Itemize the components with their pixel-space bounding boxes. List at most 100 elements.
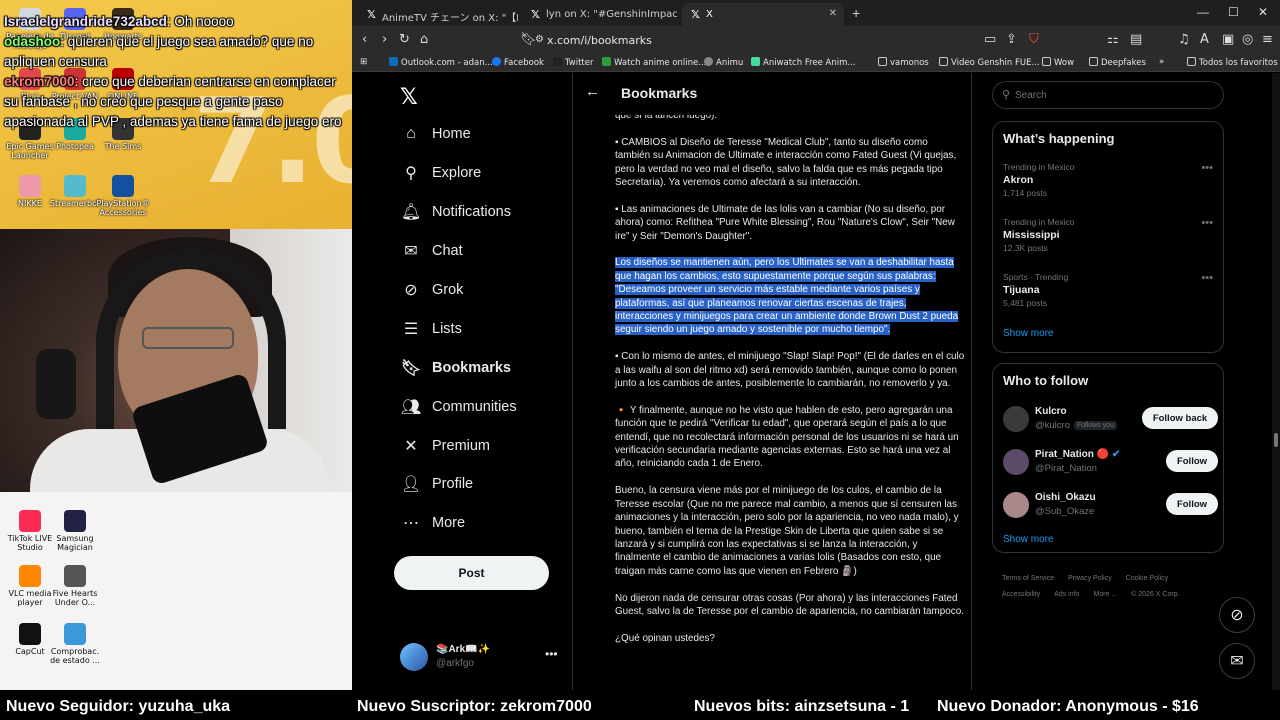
url-bar[interactable]: x.com/i/bookmarks [547, 34, 652, 47]
trend-item[interactable]: Sports · Trending Tijuana 5,481 posts ••… [1003, 272, 1213, 308]
browser-tab-active[interactable]: 𝕏 X ✕ [682, 3, 844, 26]
follow-button[interactable]: Follow [1166, 450, 1218, 472]
desktop-shortcut[interactable]: Streamerbot [48, 175, 102, 208]
bookmark-item[interactable]: Aniwatch Free Anim... [751, 57, 856, 68]
back-icon[interactable]: ‹ [362, 32, 367, 47]
right-sidebar: ⚲ Search What’s happening Trending in Me… [992, 73, 1227, 690]
close-window-icon[interactable]: ✕ [1258, 5, 1268, 19]
more-icon[interactable]: ••• [1201, 217, 1213, 229]
cast-icon[interactable]: ▭ [984, 32, 996, 47]
more-icon[interactable]: ••• [1201, 272, 1213, 284]
nav-bookmarks[interactable]: 🔖︎ Bookmarks [401, 353, 511, 383]
app-icon [19, 565, 41, 587]
list-icon: ☰ [403, 321, 419, 338]
nav-explore[interactable]: ⚲ Explore [402, 158, 481, 188]
avatar [400, 643, 428, 671]
x-icon: ✕ [404, 438, 418, 455]
messages-icon[interactable]: ✉ [1219, 643, 1255, 679]
music-icon[interactable]: ♫ [1178, 32, 1190, 47]
chat-message: ekrom7000: creo que deberian centrarse e… [4, 74, 342, 129]
browser-tab[interactable]: 𝕏 lyn on X: "#GenshinImpact https://t. [522, 3, 677, 26]
nav-notifications[interactable]: 🔔︎ Notifications [400, 197, 511, 227]
translate-icon[interactable]: A [1200, 32, 1209, 47]
nav-communities[interactable]: 👥︎ Communities [401, 392, 517, 422]
follow-suggestion: Pirat_Nation 🔴 ✔ @Pirat_Nation Follow [1003, 447, 1218, 481]
desktop-shortcut[interactable]: Five Hearts Under O... [48, 565, 102, 607]
nav-grok[interactable]: ⊘ Grok [402, 275, 463, 305]
browser-tab[interactable]: 𝕏 AnimeTV チェーン on X: "【Key Visual】 [358, 3, 518, 26]
ticker-donor: Nuevo Donador: Anonymous - $16 [937, 698, 1199, 715]
scrollbar[interactable] [1272, 73, 1280, 690]
bell-icon: 🔔︎ [400, 204, 422, 221]
app-icon [19, 510, 41, 532]
app-icon [112, 175, 134, 197]
x-logo-icon: 𝕏 [531, 8, 540, 21]
bookmark-item[interactable]: Animu [704, 57, 743, 68]
avatar[interactable] [1003, 406, 1029, 432]
new-tab-button[interactable]: + [852, 5, 860, 21]
nav-more[interactable]: ⋯ More [402, 508, 465, 538]
avatar[interactable] [1003, 449, 1029, 475]
bookmark-folder[interactable]: vamonos [878, 57, 929, 68]
show-more-link[interactable]: Show more [1003, 328, 1054, 339]
follow-button[interactable]: Follow [1166, 493, 1218, 515]
nav-lists[interactable]: ☰ Lists [402, 314, 462, 344]
verified-icon: ✔ [1111, 449, 1121, 460]
bookmark-item[interactable]: Facebook [492, 57, 544, 68]
reload-icon[interactable]: ↻ [399, 32, 410, 47]
site-info-icon[interactable]: ⚙ [535, 34, 544, 45]
app-icon [64, 175, 86, 197]
sidebar-icon[interactable]: ▤ [1130, 32, 1142, 47]
forward-icon[interactable]: › [382, 32, 387, 47]
search-input[interactable]: ⚲ Search [992, 81, 1224, 109]
follow-back-button[interactable]: Follow back [1142, 407, 1218, 429]
browser-window: 𝕏 AnimeTV チェーン on X: "【Key Visual】 𝕏 lyn… [352, 0, 1280, 690]
app-icon [64, 623, 86, 645]
bookmark-item[interactable]: Watch anime online... [602, 57, 706, 68]
menu-icon[interactable]: ≡ [1262, 32, 1273, 47]
post-paragraph: No dijeron nada de censurar otras cosas … [615, 592, 964, 617]
nav-premium[interactable]: ✕ Premium [402, 431, 490, 461]
desktop-shortcut[interactable]: PlayStation® Accessories [96, 175, 150, 217]
chat-message: odashoo: quieren que el juego sea amado?… [4, 34, 314, 69]
app-icon [19, 175, 41, 197]
grok-icon[interactable]: ⊘ [1219, 597, 1255, 633]
post-paragraph: 🔸 Y finalmente, aunque no he visto que h… [615, 404, 959, 470]
more-icon[interactable]: ••• [1201, 162, 1213, 174]
vpn-icon[interactable]: ◎ [1242, 32, 1253, 47]
stream-chat-overlay: Israelelgrandride732abcd: Oh noooo odash… [0, 12, 352, 132]
avatar[interactable] [1003, 492, 1029, 518]
nav-home[interactable]: ⌂ Home [402, 119, 471, 149]
share-icon[interactable]: ⇪ [1006, 32, 1017, 47]
bookmark-folder[interactable]: Video Genshin FUE... [939, 57, 1040, 68]
wallet-icon[interactable]: ▣ [1222, 32, 1234, 47]
nav-profile[interactable]: 👤︎ Profile [401, 469, 473, 499]
bookmark-item[interactable]: Twitter [553, 57, 594, 68]
minimize-icon[interactable]: — [1197, 5, 1209, 19]
trend-item[interactable]: Trending in Mexico Mississippi 12.3K pos… [1003, 217, 1213, 253]
brave-shield-icon[interactable]: ⛉ [1029, 32, 1039, 47]
desktop-shortcut[interactable]: Comprobac. de estado ... [48, 623, 102, 665]
whats-happening-card: What’s happening Trending in Mexico Akro… [992, 121, 1224, 353]
apps-icon[interactable]: ⊞ [360, 57, 367, 67]
bookmark-folder[interactable]: Todos los favoritos [1187, 57, 1278, 68]
bookmark-folder[interactable]: Deepfakes [1089, 57, 1146, 68]
account-switcher[interactable]: 📚Ark📖✨ @arkfgo ••• [400, 641, 560, 675]
bookmark-item[interactable]: Outlook.com - adan... [389, 57, 493, 68]
post-paragraph: ▪ Con lo mismo de antes, el minijuego "S… [615, 351, 965, 390]
home-icon[interactable]: ⌂ [420, 32, 428, 47]
x-logo-icon[interactable]: 𝕏 [400, 85, 418, 110]
bookmark-folder[interactable]: Wow [1042, 57, 1074, 68]
desktop-shortcut[interactable]: Samsung Magician [48, 510, 102, 552]
back-arrow-icon[interactable]: ← [585, 83, 600, 100]
show-more-link[interactable]: Show more [1003, 534, 1054, 545]
nav-chat[interactable]: ✉ Chat [402, 236, 462, 266]
close-tab-icon[interactable]: ✕ [829, 8, 837, 19]
more-bookmarks-icon[interactable]: » [1159, 57, 1164, 67]
post-button[interactable]: Post [394, 556, 549, 590]
trend-item[interactable]: Trending in Mexico Akron 1,714 posts ••• [1003, 162, 1213, 198]
more-icon[interactable]: ••• [545, 647, 558, 661]
tab-strip: 𝕏 AnimeTV チェーン on X: "【Key Visual】 𝕏 lyn… [352, 0, 1280, 26]
extensions-icon[interactable]: ⚏ [1107, 32, 1119, 47]
maximize-icon[interactable]: ☐ [1228, 5, 1239, 19]
